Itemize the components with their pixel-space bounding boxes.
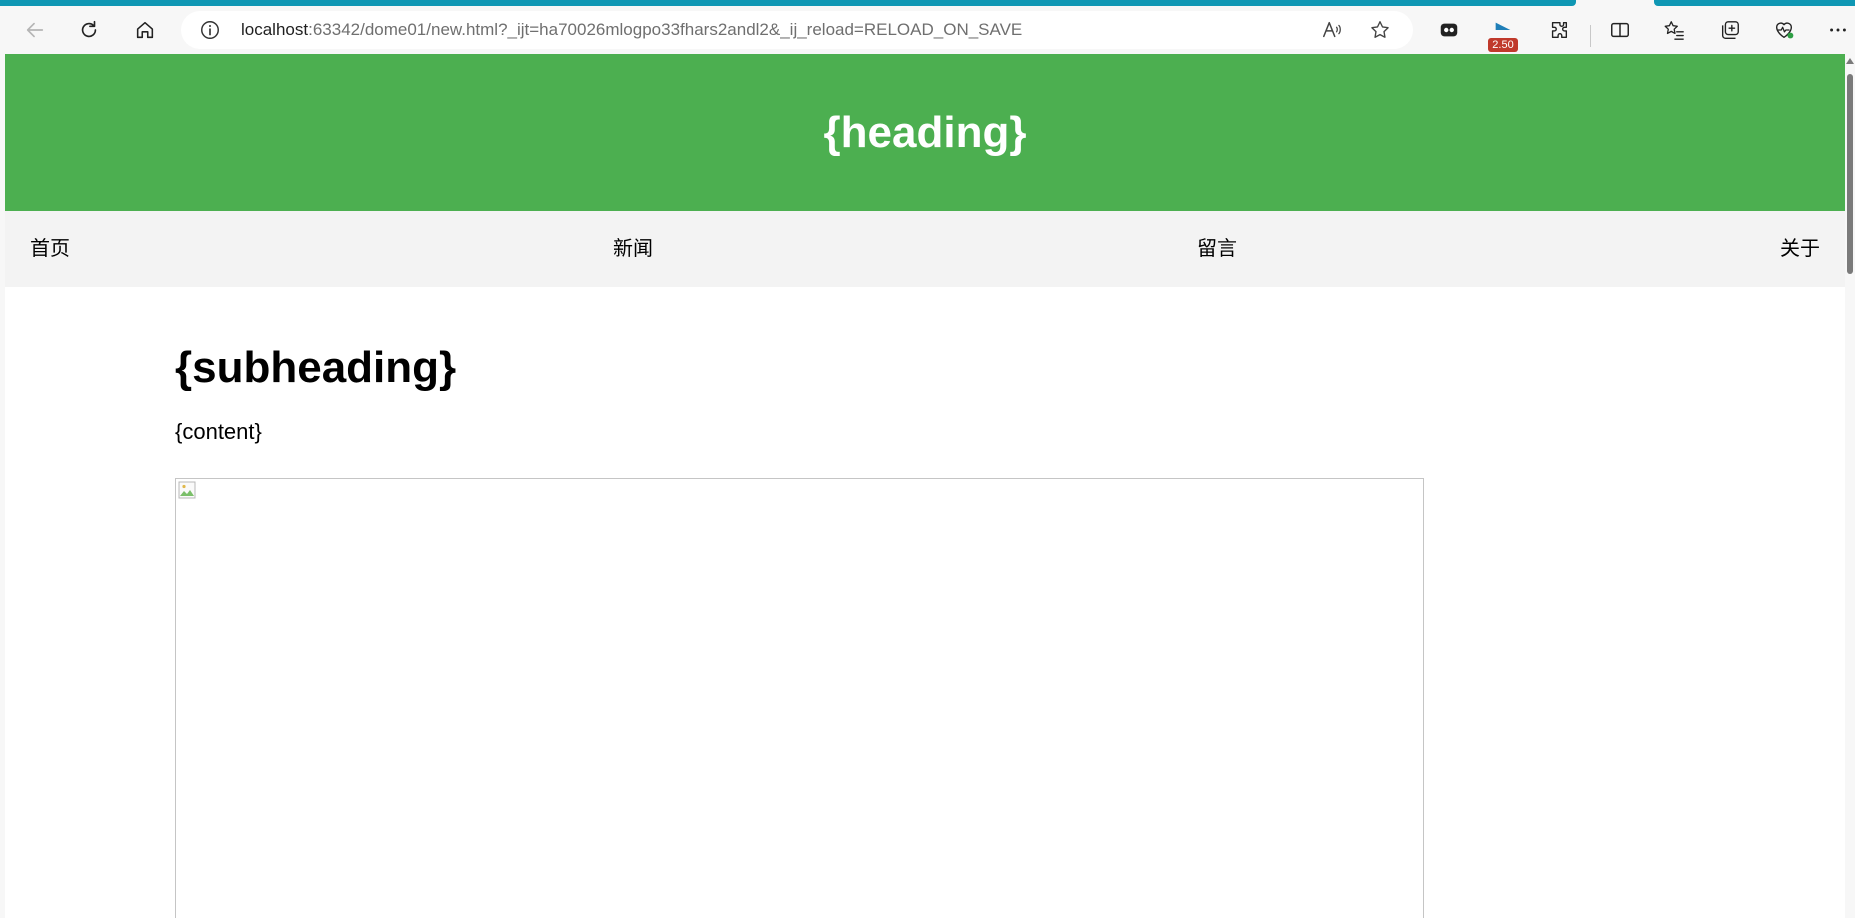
home-button[interactable]: [127, 12, 163, 48]
refresh-icon: [81, 20, 97, 38]
collections-icon: [1721, 21, 1739, 39]
star-icon[interactable]: [1369, 19, 1391, 41]
back-arrow-icon: [26, 22, 44, 38]
browser-essentials-button[interactable]: [1766, 12, 1802, 48]
nav-item-home[interactable]: 首页: [30, 211, 70, 287]
url-path: :63342/dome01/new.html?_ijt=ha70026mlogp…: [308, 20, 1023, 39]
browser-essentials-icon: [1775, 22, 1794, 39]
page-viewport: {heading} 首页 新闻 留言 关于 {subheading} {cont…: [5, 54, 1845, 918]
toolbar-separator: [1590, 25, 1591, 47]
nav-item-about[interactable]: 关于: [1780, 211, 1820, 287]
split-screen-button[interactable]: [1602, 12, 1638, 48]
more-button[interactable]: [1820, 12, 1855, 48]
favorites-button[interactable]: [1656, 12, 1692, 48]
nav-item-news[interactable]: 新闻: [613, 211, 653, 287]
extensions-button[interactable]: [1541, 12, 1577, 48]
scrollbar-thumb[interactable]: [1847, 74, 1853, 274]
page-content: {content}: [175, 419, 262, 444]
extension-mask-icon: [1440, 23, 1458, 37]
refresh-button[interactable]: [71, 12, 107, 48]
more-icon: [1830, 28, 1846, 32]
collections-button[interactable]: [1712, 12, 1748, 48]
site-nav: 首页 新闻 留言 关于: [5, 211, 1845, 287]
back-button[interactable]: [17, 12, 53, 48]
favorites-list-icon: [1664, 21, 1684, 40]
read-aloud-icon[interactable]: [1321, 19, 1343, 41]
info-icon[interactable]: [199, 19, 221, 41]
scroll-up-arrow[interactable]: [1846, 58, 1854, 64]
browser-toolbar: localhost:63342/dome01/new.html?_ijt=ha7…: [0, 6, 1855, 54]
page-heading: {heading}: [823, 107, 1027, 157]
extension-badge: 2.50: [1488, 38, 1518, 52]
home-icon: [136, 21, 154, 39]
broken-image-icon: [178, 481, 196, 499]
page-subheading: {subheading}: [175, 343, 457, 392]
extension-button-1[interactable]: [1431, 12, 1467, 48]
puzzle-icon: [1551, 21, 1568, 39]
nav-item-messages[interactable]: 留言: [1197, 211, 1237, 287]
split-screen-icon: [1611, 22, 1629, 38]
site-header: {heading}: [5, 54, 1845, 211]
url-host: localhost: [241, 20, 309, 39]
address-bar[interactable]: localhost:63342/dome01/new.html?_ijt=ha7…: [181, 11, 1413, 49]
url-text[interactable]: localhost:63342/dome01/new.html?_ijt=ha7…: [241, 11, 1022, 49]
page-scrollbar[interactable]: [1845, 54, 1855, 918]
broken-image: [175, 478, 1424, 918]
